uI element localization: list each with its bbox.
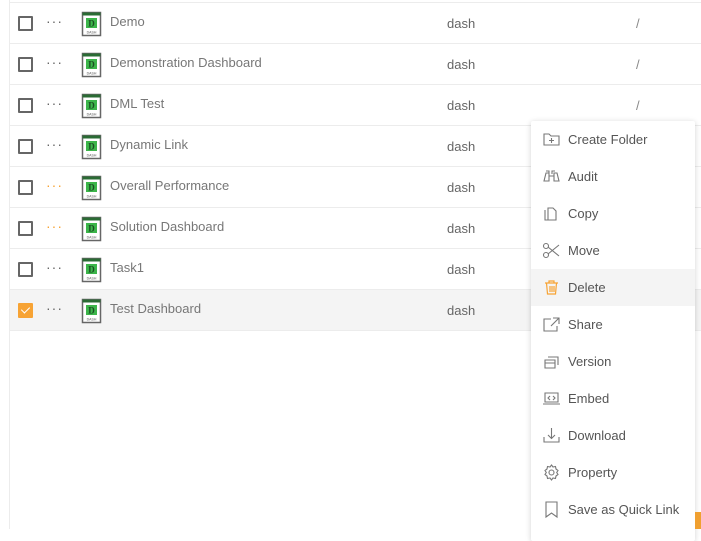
file-name[interactable]: Demonstration Dashboard <box>110 55 262 70</box>
scissors-icon <box>542 242 560 259</box>
more-actions-button[interactable]: ··· <box>46 300 63 316</box>
more-actions-button[interactable]: ··· <box>46 259 63 275</box>
svg-text:DASH: DASH <box>87 31 97 35</box>
file-type: dash <box>447 16 476 31</box>
svg-text:DASH: DASH <box>87 277 97 281</box>
dashboard-file-icon: D DASH <box>81 52 103 83</box>
dashboard-file-icon: D DASH <box>81 93 103 124</box>
svg-text:D: D <box>88 19 95 29</box>
file-name[interactable]: DML Test <box>110 96 164 111</box>
file-path: / <box>636 16 640 31</box>
svg-text:DASH: DASH <box>87 236 97 240</box>
more-actions-button[interactable]: ··· <box>46 95 63 111</box>
svg-text:DASH: DASH <box>87 318 97 322</box>
more-actions-button[interactable]: ··· <box>46 136 63 152</box>
embed-icon <box>543 392 560 405</box>
file-type: dash <box>447 57 476 72</box>
menu-item-label: Audit <box>568 169 598 184</box>
file-path: / <box>636 98 640 113</box>
svg-text:D: D <box>88 265 95 275</box>
menu-item-label: Download <box>568 428 626 443</box>
trash-icon <box>545 280 558 295</box>
dashboard-file-icon: D DASH <box>81 11 103 42</box>
partial-orange-element <box>695 512 701 529</box>
file-type: dash <box>447 262 476 277</box>
menu-item-label: Property <box>568 465 618 480</box>
svg-text:D: D <box>88 306 95 316</box>
menu-item-download[interactable]: Download <box>531 417 695 454</box>
menu-item-save-as-quick-link[interactable]: Save as Quick Link <box>531 491 695 528</box>
context-menu: Create Folder Audit Copy Move Delete Share Ver… <box>531 121 695 541</box>
row-checkbox[interactable] <box>18 98 33 113</box>
menu-item-label: Version <box>568 354 612 369</box>
menu-item-label: Embed <box>568 391 610 406</box>
row-checkbox[interactable] <box>18 262 33 277</box>
row-checkbox[interactable] <box>18 303 33 318</box>
menu-item-copy[interactable]: Copy <box>531 195 695 232</box>
menu-item-label: Delete <box>568 280 606 295</box>
file-type: dash <box>447 221 476 236</box>
svg-text:DASH: DASH <box>87 113 97 117</box>
menu-item-create-folder[interactable]: Create Folder <box>531 121 695 158</box>
row-checkbox[interactable] <box>18 57 33 72</box>
svg-text:DASH: DASH <box>87 72 97 76</box>
bookmark-icon <box>545 501 558 519</box>
table-row[interactable]: ··· D DASH Demonstration Dashboard dash / <box>10 44 701 85</box>
gear-icon <box>544 464 559 481</box>
table-row[interactable]: ··· D DASH DML Test dash / <box>10 85 701 126</box>
file-name[interactable]: Dynamic Link <box>110 137 188 152</box>
file-type: dash <box>447 139 476 154</box>
file-type: dash <box>447 180 476 195</box>
menu-item-label: Move <box>568 243 600 258</box>
row-checkbox[interactable] <box>18 221 33 236</box>
dashboard-file-icon: D DASH <box>81 298 103 329</box>
svg-text:D: D <box>88 183 95 193</box>
share-icon <box>543 317 560 332</box>
file-name[interactable]: Demo <box>110 14 145 29</box>
dashboard-file-icon: D DASH <box>81 257 103 288</box>
table-row[interactable]: ··· D DASH Demo dash / <box>10 3 701 44</box>
more-actions-button[interactable]: ··· <box>46 13 63 29</box>
binoculars-icon <box>543 170 560 182</box>
file-name[interactable]: Test Dashboard <box>110 301 201 316</box>
file-type: dash <box>447 303 476 318</box>
svg-text:D: D <box>88 101 95 111</box>
file-path: / <box>636 57 640 72</box>
folder-plus-icon <box>543 133 560 146</box>
menu-item-label: Create Folder <box>568 132 648 147</box>
more-actions-button[interactable]: ··· <box>46 177 63 193</box>
dashboard-file-icon: D DASH <box>81 175 103 206</box>
menu-item-audit[interactable]: Audit <box>531 158 695 195</box>
svg-text:DASH: DASH <box>87 154 97 158</box>
menu-item-move[interactable]: Move <box>531 232 695 269</box>
menu-item-embed[interactable]: Embed <box>531 380 695 417</box>
svg-text:DASH: DASH <box>87 195 97 199</box>
dashboard-file-icon: D DASH <box>81 216 103 247</box>
download-icon <box>543 428 560 443</box>
copy-icon <box>544 207 557 221</box>
svg-text:D: D <box>88 60 95 70</box>
file-type: dash <box>447 98 476 113</box>
row-checkbox[interactable] <box>18 16 33 31</box>
file-name[interactable]: Overall Performance <box>110 178 229 193</box>
menu-item-version[interactable]: Version <box>531 343 695 380</box>
menu-item-delete[interactable]: Delete <box>531 269 695 306</box>
version-icon <box>544 356 559 369</box>
dashboard-file-icon: D DASH <box>81 134 103 165</box>
menu-item-share[interactable]: Share <box>531 306 695 343</box>
menu-item-label: Copy <box>568 206 599 221</box>
row-checkbox[interactable] <box>18 139 33 154</box>
file-name[interactable]: Solution Dashboard <box>110 219 224 234</box>
more-actions-button[interactable]: ··· <box>46 218 63 234</box>
more-actions-button[interactable]: ··· <box>46 54 63 70</box>
menu-item-property[interactable]: Property <box>531 454 695 491</box>
menu-item-label: Share <box>568 317 603 332</box>
file-name[interactable]: Task1 <box>110 260 144 275</box>
menu-item-label: Save as Quick Link <box>568 502 680 517</box>
svg-text:D: D <box>88 224 95 234</box>
row-checkbox[interactable] <box>18 180 33 195</box>
svg-text:D: D <box>88 142 95 152</box>
